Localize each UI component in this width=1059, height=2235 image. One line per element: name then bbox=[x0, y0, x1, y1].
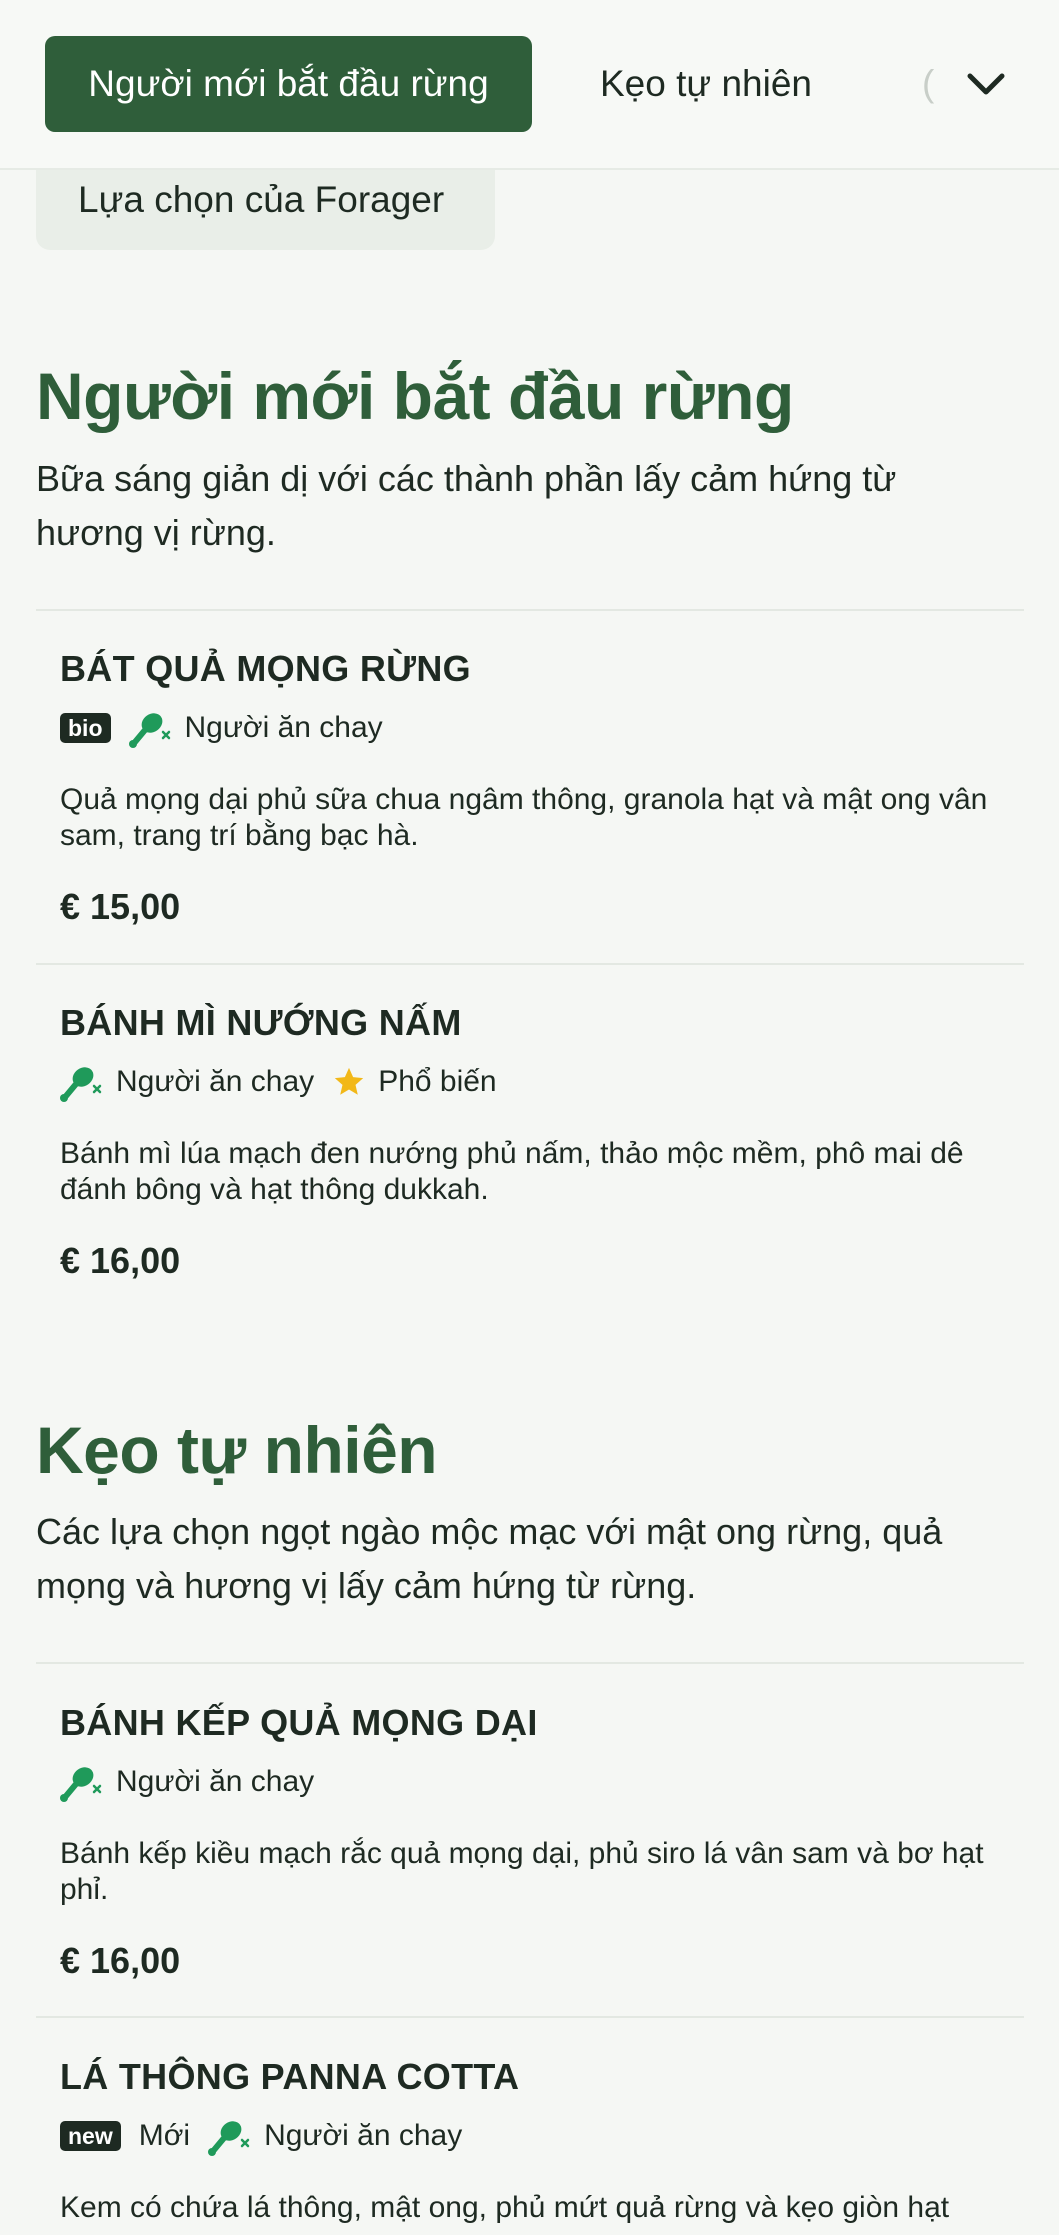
item-description: Bánh mì lúa mạch đen nướng phủ nấm, thảo… bbox=[60, 1137, 964, 1206]
tag-label: Người ăn chay bbox=[184, 711, 383, 744]
item-tags: bio Người ăn chay bbox=[60, 708, 1010, 748]
popular-tag: Phổ biến bbox=[332, 1065, 497, 1099]
item-description: Quả mọng dại phủ sữa chua ngâm thông, gr… bbox=[60, 783, 988, 852]
tag-label: Người ăn chay bbox=[116, 1065, 315, 1098]
tag-label: Phổ biến bbox=[378, 1065, 497, 1098]
item-tags: Người ăn chay bbox=[60, 1762, 1010, 1802]
section-title: Người mới bắt đầu rừng bbox=[36, 359, 794, 433]
menu-item[interactable]: BÁNH KẾP QUẢ MỌNG DẠI Người ăn chay Bánh… bbox=[60, 1702, 1010, 1982]
category-nav: Người mới bắt đầu rừng Kẹo tự nhiên ( bbox=[0, 0, 1059, 170]
tab-label: Kẹo tự nhiên bbox=[600, 63, 812, 104]
section-description: Bữa sáng giản dị với các thành phần lấy … bbox=[36, 458, 897, 553]
tab-overflow-hint: ( bbox=[922, 63, 935, 104]
new-tag: Mới bbox=[139, 2119, 190, 2153]
item-name: BÁT QUẢ MỌNG RỪNG bbox=[60, 648, 471, 689]
tab-natural-sweets[interactable]: Kẹo tự nhiên bbox=[560, 36, 852, 132]
divider bbox=[36, 609, 1024, 611]
item-name: BÁNH MÌ NƯỚNG NẤM bbox=[60, 1002, 462, 1043]
tag-label: Người ăn chay bbox=[116, 1765, 315, 1798]
item-description: Bánh kếp kiều mạch rắc quả mọng dại, phủ… bbox=[60, 1837, 984, 1906]
item-price: € 16,00 bbox=[60, 1240, 181, 1281]
tag-label: Người ăn chay bbox=[264, 2119, 463, 2152]
section-title: Kẹo tự nhiên bbox=[36, 1413, 438, 1487]
tab-forest-starters[interactable]: Người mới bắt đầu rừng bbox=[45, 36, 532, 132]
menu-item[interactable]: BÁT QUẢ MỌNG RỪNG bio Người ăn chay Quả … bbox=[60, 648, 1010, 928]
vegetarian-drumstick-icon bbox=[208, 2121, 250, 2156]
tab-label: Người mới bắt đầu rừng bbox=[88, 63, 489, 104]
vegetarian-tag: Người ăn chay bbox=[60, 1062, 314, 1102]
menu-item[interactable]: LÁ THÔNG PANNA COTTA new Mới Người ăn ch… bbox=[60, 2056, 1010, 2226]
vegetarian-tag: Người ăn chay bbox=[208, 2116, 462, 2156]
item-price: € 16,00 bbox=[60, 1940, 181, 1981]
chevron-down-icon[interactable] bbox=[958, 56, 1014, 112]
item-name: BÁNH KẾP QUẢ MỌNG DẠI bbox=[60, 1702, 538, 1743]
vegetarian-tag: Người ăn chay bbox=[128, 708, 383, 748]
divider bbox=[36, 2016, 1024, 2018]
item-name: LÁ THÔNG PANNA COTTA bbox=[60, 2056, 520, 2097]
menu-item[interactable]: BÁNH MÌ NƯỚNG NẤM Người ăn chay Phổ biến… bbox=[60, 1002, 1010, 1282]
item-description: Kem có chứa lá thông, mật ong, phủ mứt q… bbox=[60, 2191, 950, 2224]
section-description: Các lựa chọn ngọt ngào mộc mạc với mật o… bbox=[36, 1511, 943, 1606]
star-icon bbox=[335, 1067, 364, 1095]
tab-label: Lựa chọn của Forager bbox=[78, 179, 445, 220]
item-tags: new Mới Người ăn chay bbox=[60, 2116, 1010, 2156]
divider bbox=[36, 963, 1024, 965]
item-price: € 15,00 bbox=[60, 886, 181, 927]
vegetarian-drumstick-icon bbox=[128, 713, 170, 748]
vegetarian-tag: Người ăn chay bbox=[60, 1762, 314, 1802]
tag-label: Mới bbox=[138, 2119, 191, 2152]
bio-badge: bio bbox=[60, 713, 111, 743]
divider bbox=[36, 1662, 1024, 1664]
vegetarian-drumstick-icon bbox=[60, 1067, 102, 1102]
vegetarian-drumstick-icon bbox=[60, 1767, 102, 1802]
item-tags: Người ăn chay Phổ biến bbox=[60, 1062, 1010, 1102]
new-badge: new bbox=[60, 2121, 121, 2151]
